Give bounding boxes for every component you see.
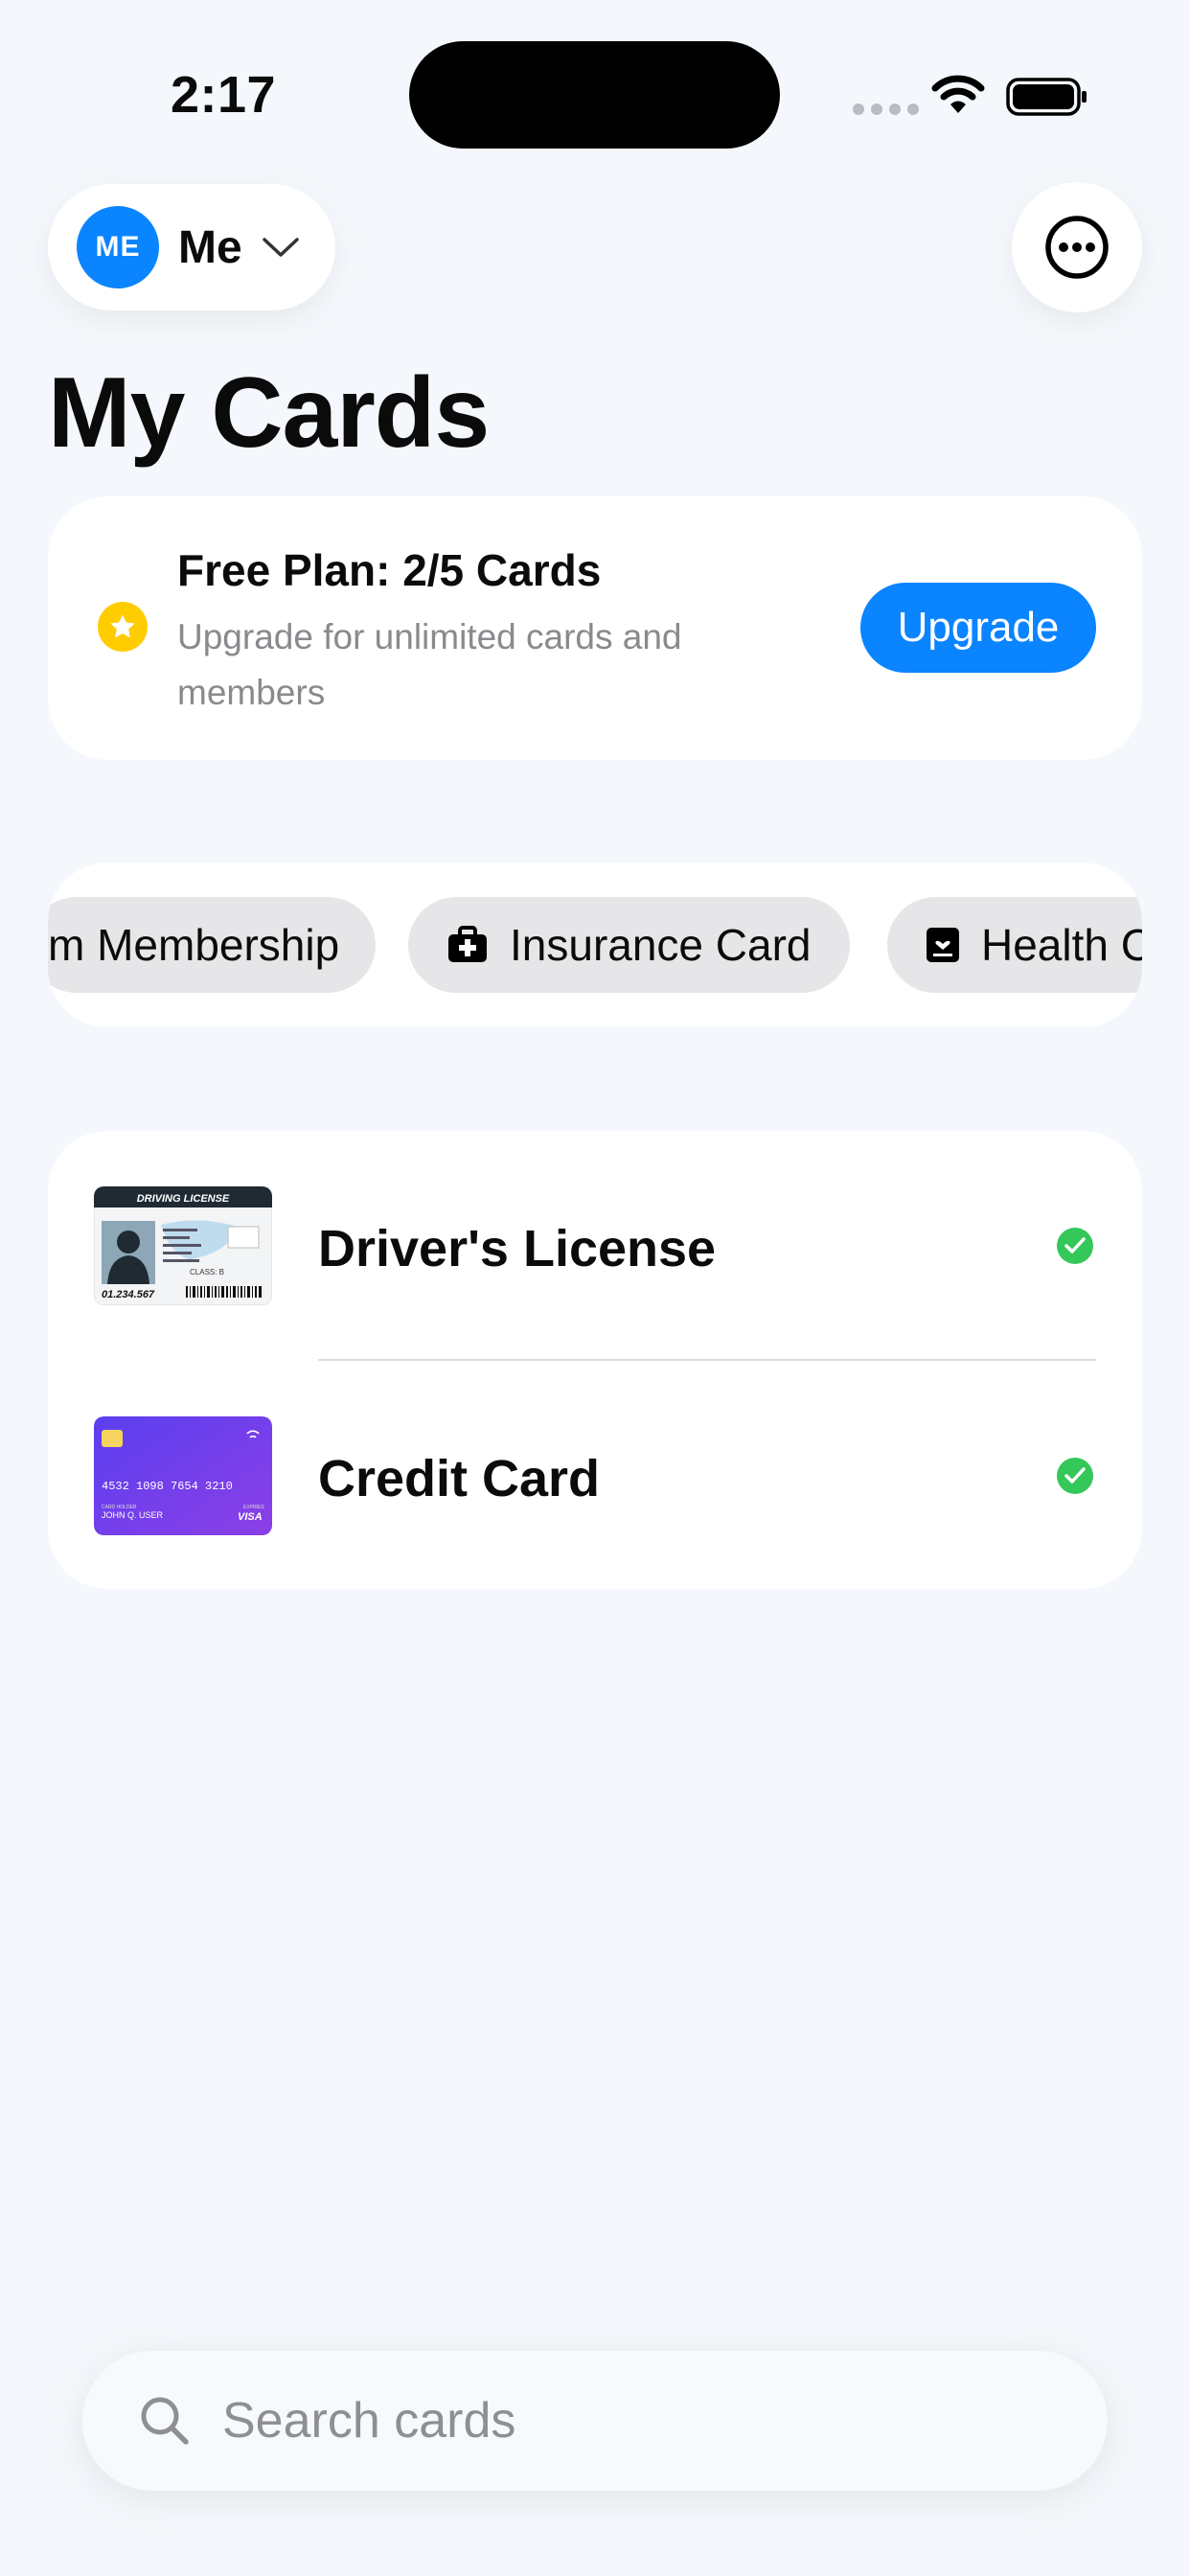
card-row-drivers-license[interactable]: DRIVING LICENSE CLASS: B 01.234.567 Driv… [48, 1131, 1142, 1361]
profile-switcher[interactable]: ME Me [48, 184, 335, 310]
chip-label: Health C [981, 920, 1142, 970]
chip-insurance-card[interactable]: Insurance Card [408, 897, 850, 993]
plan-subtitle: Upgrade for unlimited cards and members [177, 617, 682, 712]
verified-check-icon [1057, 1228, 1093, 1264]
wifi-icon [931, 75, 985, 113]
plan-banner: Free Plan: 2/5 Cards Upgrade for unlimit… [48, 496, 1142, 760]
profile-name: Me [178, 221, 242, 273]
chip-label: m Membership [48, 920, 340, 970]
license-header: DRIVING LICENSE [137, 1193, 230, 1205]
status-time: 2:17 [171, 66, 277, 124]
plan-title: Free Plan: 2/5 Cards [177, 545, 602, 595]
search-bar[interactable] [82, 2351, 1108, 2491]
cellular-signal-icon [853, 104, 919, 115]
drivers-license-thumbnail: DRIVING LICENSE CLASS: B 01.234.567 [94, 1186, 272, 1305]
cards-list: DRIVING LICENSE CLASS: B 01.234.567 Driv… [48, 1131, 1142, 1589]
battery-icon [1006, 78, 1087, 116]
verified-check-icon [1057, 1458, 1093, 1494]
dynamic-island [409, 41, 780, 149]
chip-health-card[interactable]: Health C [887, 897, 1142, 993]
health-card-icon [926, 927, 960, 963]
page-title: My Cards [48, 357, 490, 469]
chip-label: Insurance Card [510, 920, 812, 970]
license-number: 01.234.567 [102, 1289, 155, 1300]
chevron-down-icon [262, 238, 299, 257]
ellipsis-circle-icon [1045, 216, 1109, 279]
avatar: ME [77, 206, 159, 288]
search-icon [138, 2394, 192, 2448]
card-row-credit-card[interactable]: 4532 1098 7654 3210 CARD HOLDER JOHN Q. … [48, 1361, 1142, 1591]
card-brand: VISA [238, 1511, 263, 1523]
star-icon [98, 602, 148, 652]
license-class: CLASS: B [190, 1268, 224, 1276]
card-name: Credit Card [318, 1450, 601, 1507]
card-number: 4532 1098 7654 3210 [102, 1480, 233, 1493]
card-holder: JOHN Q. USER [102, 1510, 164, 1520]
medkit-icon [446, 926, 489, 964]
more-options-button[interactable] [1012, 182, 1142, 312]
card-expiry-caption: EXPIRES [243, 1505, 264, 1510]
search-input[interactable] [220, 2391, 1067, 2450]
credit-card-thumbnail: 4532 1098 7654 3210 CARD HOLDER JOHN Q. … [94, 1416, 272, 1535]
card-name: Driver's License [318, 1220, 717, 1277]
upgrade-button[interactable]: Upgrade [860, 583, 1096, 673]
category-filter-bar: m Membership Insurance Card Health C [48, 862, 1142, 1027]
chip-membership[interactable]: m Membership [48, 897, 377, 993]
